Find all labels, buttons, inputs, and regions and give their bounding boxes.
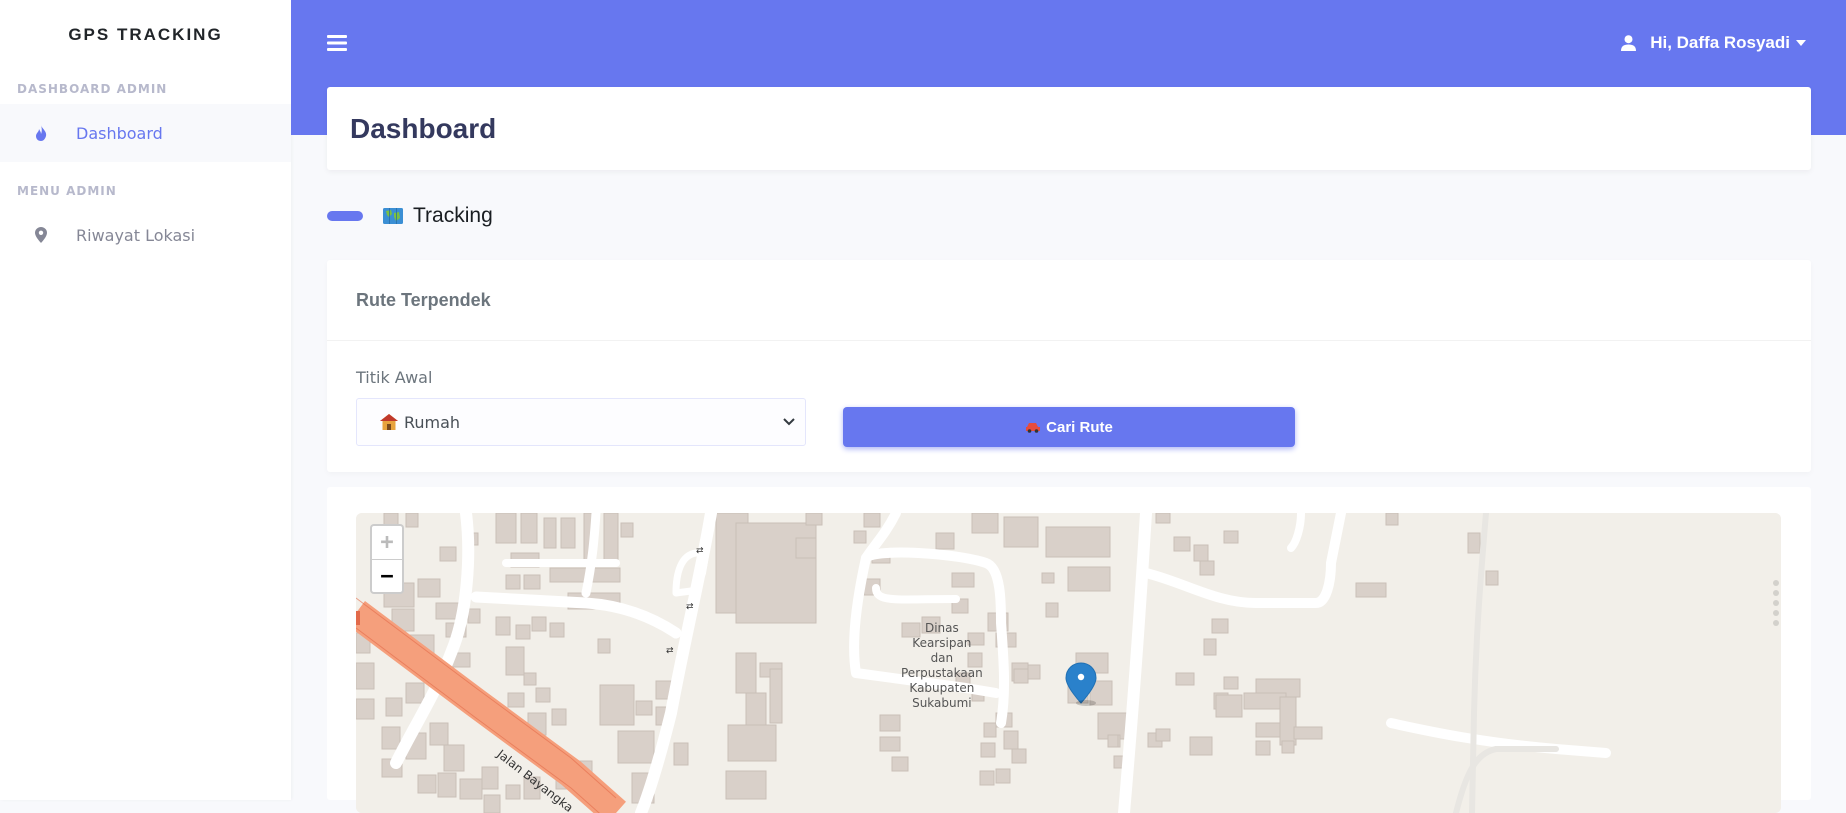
sidebar-item-dashboard[interactable]: Dashboard	[0, 104, 291, 162]
svg-text:⇄: ⇄	[686, 602, 694, 612]
zoom-in-button[interactable]: +	[372, 526, 402, 560]
sidebar: GPS TRACKING DASHBOARD ADMIN Dashboard M…	[0, 0, 291, 800]
map-tiles[interactable]: ⇄ ⇄ ⇄	[356, 513, 1781, 813]
find-route-label: Cari Rute	[1046, 418, 1113, 436]
svg-text:⇄: ⇄	[696, 546, 704, 556]
start-point-label: Titik Awal	[356, 368, 433, 387]
page-header: Dashboard	[327, 87, 1811, 170]
chevron-down-icon	[783, 418, 795, 426]
sidebar-item-riwayat-lokasi[interactable]: Riwayat Lokasi	[0, 206, 291, 264]
poi-label: Dinas Kearsipan dan Perpustakaan Kabupat…	[901, 621, 983, 710]
svg-text:⇄: ⇄	[666, 646, 674, 656]
section-pill	[327, 211, 363, 221]
hamburger-icon[interactable]	[327, 34, 347, 52]
zoom-out-button[interactable]: −	[372, 560, 402, 592]
sidebar-item-label: Dashboard	[76, 123, 163, 143]
sidebar-heading-menu: MENU ADMIN	[17, 184, 117, 198]
user-greeting: Hi, Daffa Rosyadi	[1650, 33, 1790, 52]
fire-icon	[32, 124, 50, 142]
map-view[interactable]: ⇄ ⇄ ⇄ + − Dinas Kearsipan dan Perpustakaan…	[356, 513, 1781, 813]
page-title: Dashboard	[350, 112, 497, 144]
world-map-icon	[383, 208, 403, 224]
sidebar-heading-dashboard: DASHBOARD ADMIN	[17, 82, 168, 96]
user-icon	[1621, 35, 1637, 51]
map-card: ⇄ ⇄ ⇄ + − Dinas Kearsipan dan Perpustakaan…	[327, 487, 1811, 813]
topbar: Hi, Daffa Rosyadi	[291, 0, 1846, 86]
brand-logo[interactable]: GPS TRACKING	[0, 0, 291, 70]
map-marker-icon	[32, 226, 50, 244]
start-point-select[interactable]: Rumah	[356, 398, 806, 446]
car-icon	[1026, 423, 1041, 433]
route-card-title: Rute Terpendek	[327, 260, 1811, 341]
route-card: Rute Terpendek Titik Awal Rumah Cari Rut…	[327, 260, 1811, 472]
chevron-down-icon	[1796, 40, 1806, 46]
house-icon	[380, 414, 398, 430]
section-title-text: Tracking	[413, 204, 493, 227]
zoom-control: + −	[370, 524, 404, 594]
user-dropdown[interactable]: Hi, Daffa Rosyadi	[1621, 33, 1806, 53]
section-title: Tracking	[327, 204, 493, 228]
start-point-value: Rumah	[404, 412, 461, 432]
find-route-button[interactable]: Cari Rute	[843, 407, 1295, 447]
sidebar-item-label: Riwayat Lokasi	[76, 225, 196, 245]
